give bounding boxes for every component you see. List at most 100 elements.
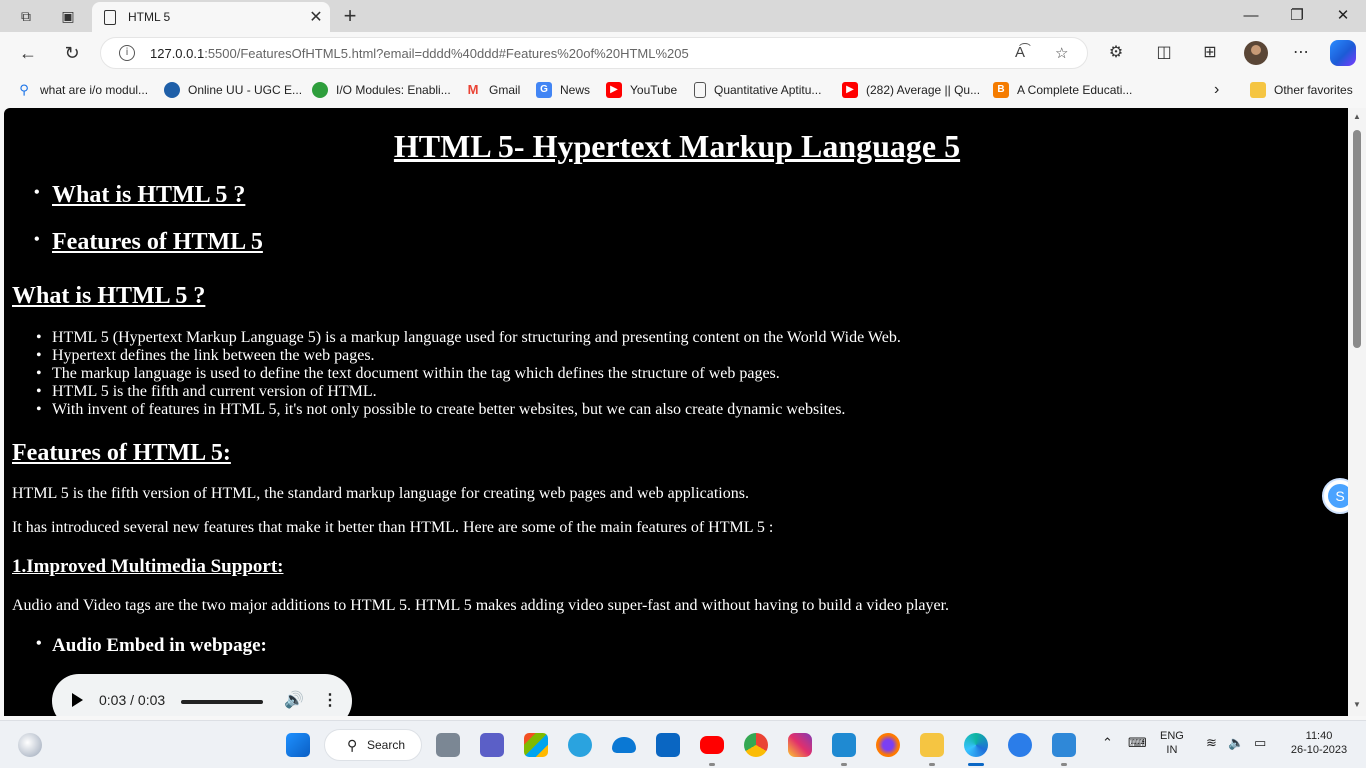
favorite-item[interactable]: M Gmail — [465, 82, 521, 98]
list-item: The markup language is used to define th… — [12, 365, 901, 383]
audio-more-icon[interactable]: ⋮ — [322, 690, 338, 710]
close-window-button[interactable]: ✕ — [1320, 4, 1366, 28]
tab-html5[interactable]: HTML 5 ✕ — [92, 2, 330, 32]
navigation-bar: ← ↻ i 127.0.0.1:5500/FeaturesOfHTML5.htm… — [0, 32, 1366, 74]
favorite-item[interactable]: I/O Modules: Enabli... — [312, 82, 451, 98]
audio-time: 0:03 / 0:03 — [99, 692, 166, 708]
favorite-item[interactable]: ▶ (282) Average || Qu... — [842, 82, 980, 98]
page-scrollbar[interactable]: ▲ ▼ — [1348, 108, 1366, 716]
audio-heading: Audio Embed in webpage: — [36, 635, 267, 657]
telegram-icon[interactable] — [568, 733, 592, 757]
split-screen-icon[interactable]: ◫ — [1152, 41, 1176, 65]
read-aloud-icon[interactable]: A͡ — [1015, 44, 1025, 61]
site-info-icon[interactable]: i — [119, 45, 135, 61]
search-label: Search — [367, 738, 406, 752]
profile-avatar[interactable] — [1244, 41, 1268, 65]
photos-icon[interactable] — [1052, 733, 1076, 757]
refresh-button[interactable]: ↻ — [60, 41, 84, 65]
list-item: With invent of features in HTML 5, it's … — [12, 401, 901, 419]
minimize-button[interactable]: — — [1228, 4, 1274, 28]
favorite-label: Quantitative Aptitu... — [714, 83, 822, 97]
favorite-item[interactable]: Online UU - UGC E... — [164, 82, 302, 98]
running-indicator — [709, 763, 715, 766]
volume-icon[interactable]: 🔈 — [1228, 736, 1244, 750]
edge-icon[interactable] — [964, 733, 988, 757]
favorite-star-icon[interactable]: ☆ — [1055, 44, 1068, 62]
features-paragraph-1: HTML 5 is the fifth version of HTML, the… — [12, 485, 749, 502]
page-viewport[interactable]: HTML 5- Hypertext Markup Language 5 What… — [4, 108, 1348, 716]
toc-item[interactable]: Features of HTML 5 — [12, 229, 263, 276]
volume-icon[interactable]: 🔊 — [284, 690, 304, 710]
copilot-icon[interactable] — [1330, 40, 1356, 66]
clock[interactable]: 11:40 26-10-2023 — [1286, 729, 1352, 757]
vscode-icon[interactable] — [832, 733, 856, 757]
task-view-icon[interactable] — [436, 733, 460, 757]
favorite-item[interactable]: ⚲ what are i/o modul... — [16, 82, 148, 98]
other-favorites[interactable]: Other favorites — [1250, 82, 1353, 98]
favorite-item[interactable]: Quantitative Aptitu... — [694, 82, 821, 98]
scroll-down-icon[interactable]: ▼ — [1351, 700, 1363, 709]
firefox-icon[interactable] — [876, 733, 900, 757]
running-indicator — [841, 763, 847, 766]
audio-progress-bar[interactable] — [181, 700, 263, 704]
workspaces-icon[interactable]: ⧉ — [16, 6, 36, 26]
toc-link-what[interactable]: What is HTML 5 ? — [52, 182, 245, 208]
scrollbar-thumb[interactable] — [1353, 130, 1361, 348]
favorite-item[interactable]: ▶ YouTube — [606, 82, 677, 98]
start-button-icon[interactable] — [286, 733, 310, 757]
what-list: HTML 5 (Hypertext Markup Language 5) is … — [12, 329, 901, 419]
favorite-item[interactable]: B A Complete Educati... — [993, 82, 1132, 98]
toc-item[interactable]: What is HTML 5 ? — [12, 182, 263, 229]
store-icon[interactable] — [524, 733, 548, 757]
canva-icon[interactable] — [1008, 733, 1032, 757]
multimedia-heading: 1.Improved Multimedia Support: — [12, 556, 284, 577]
weather-icon[interactable] — [18, 733, 42, 757]
tray-overflow-chevron-icon[interactable]: ⌃ — [1102, 736, 1113, 750]
running-indicator — [929, 763, 935, 766]
favorite-item[interactable]: G News — [536, 82, 590, 98]
taskbar-search[interactable]: ⚲ Search — [324, 729, 422, 761]
youtube-icon[interactable] — [700, 736, 724, 754]
page-title: HTML 5- Hypertext Markup Language 5 — [393, 128, 961, 164]
folder-icon — [1250, 82, 1266, 98]
scroll-up-icon[interactable]: ▲ — [1351, 112, 1363, 121]
running-indicator — [1061, 763, 1067, 766]
blogger-icon: B — [993, 82, 1009, 98]
favorite-label: Online UU - UGC E... — [188, 83, 303, 97]
close-tab-icon[interactable]: ✕ — [302, 7, 330, 27]
keyboard-icon[interactable]: ⌨ — [1128, 736, 1147, 750]
favorite-label: Gmail — [489, 83, 521, 97]
url-host: 127.0.0.1 — [150, 46, 205, 61]
wifi-icon[interactable]: ≋ — [1206, 736, 1217, 750]
multimedia-paragraph: Audio and Video tags are the two major a… — [12, 597, 950, 614]
teams-icon[interactable] — [480, 733, 504, 757]
restore-button[interactable]: ❐ — [1274, 4, 1320, 28]
features-paragraph-2: It has introduced several new features t… — [12, 519, 774, 536]
audio-player[interactable]: 0:03 / 0:03 🔊 ⋮ — [52, 674, 352, 716]
active-app-indicator — [968, 763, 984, 766]
play-icon[interactable] — [72, 693, 83, 707]
toc-link-features[interactable]: Features of HTML 5 — [52, 229, 263, 255]
file-explorer-icon[interactable] — [920, 733, 944, 757]
favorite-label: (282) Average || Qu... — [866, 83, 981, 97]
back-button[interactable]: ← — [16, 41, 40, 65]
favorite-label: what are i/o modul... — [40, 83, 149, 97]
chrome-icon[interactable] — [744, 733, 768, 757]
uu-icon — [164, 82, 180, 98]
onedrive-icon[interactable] — [612, 737, 636, 753]
vertical-tabs-icon[interactable]: ▣ — [58, 6, 78, 26]
language-code: ENG — [1160, 730, 1184, 742]
extensions-icon[interactable]: ⚙ — [1104, 41, 1128, 65]
url-text[interactable]: 127.0.0.1:5500/FeaturesOfHTML5.html?emai… — [150, 46, 689, 61]
battery-icon[interactable]: ▭ — [1254, 736, 1266, 750]
favorite-label: YouTube — [630, 83, 678, 97]
more-menu-icon[interactable]: ⋯ — [1289, 41, 1313, 65]
favorites-overflow-chevron-icon[interactable]: › — [1214, 81, 1219, 98]
language-indicator[interactable]: ENG IN — [1160, 729, 1184, 757]
new-tab-button[interactable]: + — [338, 4, 362, 28]
youtube-icon: ▶ — [606, 82, 622, 98]
linkedin-icon[interactable] — [656, 733, 680, 757]
address-bar[interactable]: i 127.0.0.1:5500/FeaturesOfHTML5.html?em… — [100, 37, 1088, 69]
collections-icon[interactable]: ⊞ — [1198, 41, 1222, 65]
instagram-icon[interactable] — [788, 733, 812, 757]
